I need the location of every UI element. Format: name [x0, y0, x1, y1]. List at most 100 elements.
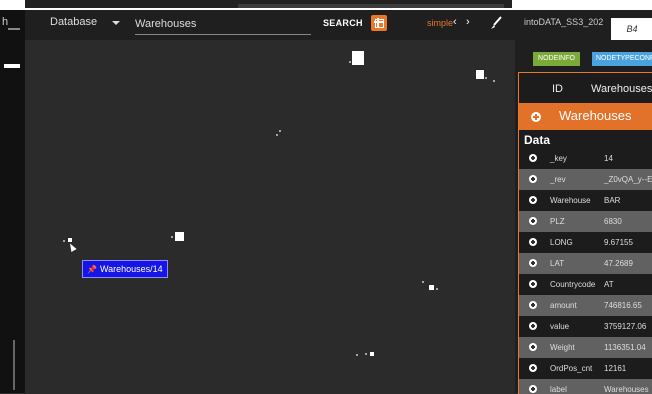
attribute-value: 9.67155 — [604, 238, 633, 247]
graph-edge-dot — [171, 236, 173, 238]
attribute-value: BAR — [604, 196, 621, 205]
attribute-key: _key — [550, 154, 567, 163]
node-type-title: Warehouses — [559, 108, 632, 123]
attribute-key: value — [550, 322, 570, 331]
node-id-value: Warehouses/14 — [591, 83, 652, 95]
add-circle-icon[interactable] — [531, 112, 541, 122]
chevron-left-icon[interactable]: ‹ — [453, 16, 457, 28]
attribute-value: _Z0vQA_y--E — [604, 175, 652, 184]
attribute-key: Countrycode — [550, 280, 596, 289]
mouse-cursor-icon — [67, 242, 77, 252]
attribute-key: amount — [550, 301, 577, 310]
graph-edge-dot — [356, 354, 358, 356]
attribute-key: PLZ — [550, 217, 565, 226]
node-type-title-bar[interactable]: Warehouses — [519, 103, 652, 130]
graph-edge-dot — [279, 130, 281, 132]
attribute-key: _rev — [550, 175, 566, 184]
brush-icon[interactable] — [489, 16, 503, 30]
attribute-row[interactable]: Warehouse BAR — [519, 190, 652, 211]
layout-label[interactable]: simple — [427, 18, 453, 28]
attribute-value: 12161 — [604, 364, 627, 373]
graph-edge-dot — [349, 61, 351, 63]
add-node-button[interactable] — [371, 15, 387, 31]
add-circle-icon[interactable] — [529, 322, 537, 330]
add-circle-icon[interactable] — [529, 364, 537, 372]
search-input[interactable] — [135, 14, 311, 34]
graph-canvas[interactable]: 📌 Warehouses/14 — [25, 40, 515, 393]
graph-node[interactable] — [352, 51, 364, 65]
left-strip-rail[interactable] — [13, 340, 15, 390]
left-strip-marker — [4, 64, 20, 68]
attribute-value: 6830 — [604, 217, 622, 226]
search-field[interactable] — [135, 14, 311, 35]
graph-edge-dot — [485, 77, 487, 79]
graph-toolbar: Database SEARCH simple ‹ › — [25, 10, 515, 40]
data-section-heading: Data — [524, 133, 551, 147]
browser-top-strip — [0, 0, 652, 10]
add-circle-icon[interactable] — [529, 175, 537, 183]
attribute-row[interactable]: _rev _Z0vQA_y--E — [519, 169, 652, 190]
add-circle-icon[interactable] — [529, 385, 537, 393]
pin-icon: 📌 — [87, 265, 97, 274]
graph-node[interactable] — [476, 70, 484, 79]
attribute-row[interactable]: Countrycode AT — [519, 274, 652, 295]
attribute-key: Warehouse — [550, 196, 591, 205]
attribute-key: LAT — [550, 259, 565, 268]
attribute-key: LONG — [550, 238, 573, 247]
graph-edge-dot — [365, 353, 367, 355]
left-strip-char: h — [2, 16, 9, 28]
search-button[interactable]: SEARCH — [323, 18, 363, 28]
chevron-right-icon[interactable]: › — [466, 16, 470, 28]
nodeinfo-button[interactable]: NODEINFO — [533, 52, 580, 66]
attribute-value: 47.2689 — [604, 259, 633, 268]
collection-select[interactable]: Database — [50, 16, 97, 28]
attribute-row[interactable]: label Warehouses — [519, 379, 652, 394]
attribute-row[interactable]: value 3759127.06 — [519, 316, 652, 337]
dataset-title: intoDATA_SS3_202 — [524, 17, 604, 27]
cell-tag[interactable]: B4 — [611, 18, 652, 40]
graph-edge-dot — [63, 240, 65, 242]
plus-icon-bar — [374, 21, 383, 23]
node-id-row: ID Warehouses/14 — [519, 73, 652, 103]
add-circle-icon[interactable] — [529, 280, 537, 288]
attribute-row[interactable]: _key 14 — [519, 148, 652, 169]
graph-node[interactable] — [429, 285, 434, 290]
add-circle-icon[interactable] — [529, 238, 537, 246]
attribute-key: Weight — [550, 343, 575, 352]
attribute-row[interactable]: LONG 9.67155 — [519, 232, 652, 253]
graph-node[interactable] — [175, 232, 184, 241]
attribute-value: 14 — [604, 154, 613, 163]
selected-node-label[interactable]: 📌 Warehouses/14 — [82, 260, 168, 278]
graph-node[interactable] — [370, 352, 374, 356]
attribute-value: 746816.65 — [604, 301, 642, 310]
attribute-value: AT — [604, 280, 614, 289]
graph-edge-dot — [493, 80, 495, 82]
nodetypeconf-button[interactable]: NODETYPECONF — [592, 52, 652, 66]
add-circle-icon[interactable] — [529, 301, 537, 309]
attribute-list: _key 14 _rev _Z0vQA_y--E Warehouse BAR PLZ 6… — [519, 148, 652, 394]
graph-edge-dot — [436, 288, 438, 290]
add-circle-icon[interactable] — [529, 217, 537, 225]
left-strip-line — [8, 28, 20, 30]
add-circle-icon[interactable] — [529, 196, 537, 204]
attribute-value: 3759127.06 — [604, 322, 647, 331]
add-circle-icon[interactable] — [529, 259, 537, 267]
attribute-row[interactable]: Weight 1136351.04 — [519, 337, 652, 358]
attribute-row[interactable]: LAT 47.2689 — [519, 253, 652, 274]
chevron-down-icon[interactable] — [112, 21, 120, 25]
add-circle-icon[interactable] — [529, 154, 537, 162]
attribute-key: OrdPos_cnt — [550, 364, 593, 373]
attribute-row[interactable]: PLZ 6830 — [519, 211, 652, 232]
left-sidebar-strip: h — [0, 10, 25, 393]
node-info-panel: ID Warehouses/14 Warehouses Data _key 14 … — [518, 72, 652, 394]
node-id-key: ID — [552, 83, 563, 95]
graph-edge-dot — [276, 134, 278, 136]
right-panel-header: intoDATA_SS3_202 B4 — [515, 10, 652, 40]
add-circle-icon[interactable] — [529, 343, 537, 351]
attribute-value: 1136351.04 — [604, 343, 646, 352]
selected-node-text: Warehouses/14 — [99, 264, 163, 274]
attribute-row[interactable]: amount 746816.65 — [519, 295, 652, 316]
graph-edge-dot — [422, 281, 424, 283]
top-mid-segment — [238, 4, 504, 8]
attribute-row[interactable]: OrdPos_cnt 12161 — [519, 358, 652, 379]
